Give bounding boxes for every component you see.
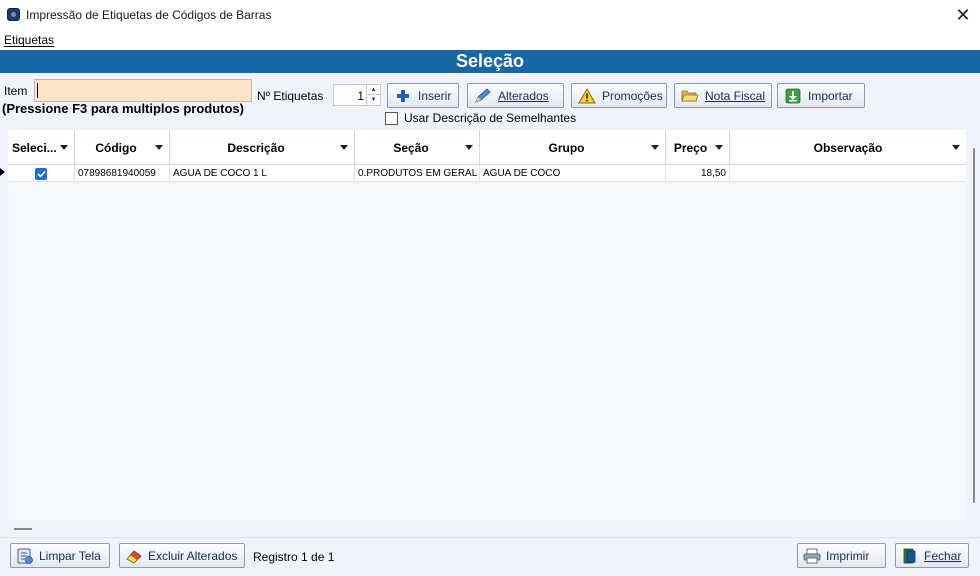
inserir-button[interactable]: Inserir [387,83,459,108]
column-title: Observação [813,140,883,155]
promocoes-button[interactable]: Promoções [571,83,667,108]
scroll-thumb[interactable] [973,148,975,503]
pencil-icon [474,87,492,105]
filter-arrow-icon[interactable] [155,145,163,150]
row-select-cell[interactable] [8,165,75,182]
preco-cell[interactable]: 18,50 [666,165,730,182]
splitter-handle[interactable] [14,528,32,530]
import-icon [784,87,802,105]
column-title: Código [95,140,137,155]
importar-button[interactable]: Importar [777,83,865,108]
close-button[interactable]: ✕ [952,4,974,26]
section-banner: Seleção [0,50,980,73]
spin-buttons: ▲ ▼ [366,85,380,105]
observacao-cell[interactable] [730,165,966,182]
printer-icon [803,547,821,565]
label-count-value[interactable]: 1 [334,89,364,103]
spin-down-button[interactable]: ▼ [367,95,380,105]
record-counter: Registro 1 de 1 [253,550,335,564]
fechar-label: Fechar [924,548,962,563]
filter-arrow-icon[interactable] [952,145,960,150]
alterados-label: Alterados [498,88,549,103]
column-title: Seção [393,140,429,155]
codigo-cell[interactable]: 07898681940059 [75,165,170,182]
column-title: Preço [673,140,708,155]
importar-label: Importar [808,88,853,103]
imprimir-label: Imprimir [826,548,870,563]
filter-arrow-icon[interactable] [651,145,659,150]
warning-icon [578,87,596,105]
column-header-observacao[interactable]: Observação [730,130,966,165]
column-title: Grupo [548,140,585,155]
f3-hint: (Pressione F3 para multiplos produtos) [2,101,244,116]
filter-arrow-icon[interactable] [465,145,473,150]
label-count-label: Nº Etiquetas [257,89,324,103]
text-caret [37,83,38,98]
menu-etiquetas[interactable]: Etiquetas [4,33,54,47]
vertical-scrollbar[interactable] [968,145,978,505]
similar-description-label: Usar Descrição de Semelhantes [404,111,577,125]
column-header-preco[interactable]: Preço [666,130,730,165]
column-header-select[interactable]: Seleci... [8,130,75,165]
grupo-cell[interactable]: AGUA DE COCO [480,165,666,182]
title-bar: Impressão de Etiquetas de Códigos de Bar… [0,0,980,30]
column-header-descricao[interactable]: Descrição [170,130,355,165]
folder-icon [681,87,699,105]
similar-description-checkbox[interactable] [385,111,398,125]
descricao-cell[interactable]: AGUA DE COCO 1 L [170,165,355,182]
excluir-alterados-label: Excluir Alterados [148,548,238,563]
promocoes-label: Promoções [602,88,663,103]
fechar-button[interactable]: Fechar [895,543,969,568]
imprimir-button[interactable]: Imprimir [797,543,886,568]
current-row-indicator [0,168,5,176]
table-row[interactable]: 07898681940059 AGUA DE COCO 1 L 0.PRODUT… [8,165,966,182]
inserir-label: Inserir [418,88,452,103]
items-grid[interactable]: Seleci... Código Descrição Seção Grupo P… [8,130,966,520]
filter-arrow-icon[interactable] [340,145,348,150]
column-title: Seleci... [12,140,57,155]
label-count-stepper[interactable]: 1 ▲ ▼ [333,84,381,106]
window-title: Impressão de Etiquetas de Códigos de Bar… [26,8,272,22]
alterados-button[interactable]: Alterados [467,83,564,108]
excluir-alterados-button[interactable]: Excluir Alterados [119,543,245,568]
menu-bar: Etiquetas [0,30,980,50]
clear-screen-icon [16,547,34,565]
filter-arrow-icon[interactable] [60,145,68,150]
item-input[interactable] [34,79,252,102]
spin-up-button[interactable]: ▲ [367,85,380,95]
filter-arrow-icon[interactable] [715,145,723,150]
nota-fiscal-button[interactable]: Nota Fiscal [674,83,772,108]
limpar-tela-label: Limpar Tela [39,548,101,563]
secao-cell[interactable]: 0.PRODUTOS EM GERAL [355,165,480,182]
item-label: Item [4,84,28,98]
limpar-tela-button[interactable]: Limpar Tela [10,543,110,568]
column-header-secao[interactable]: Seção [355,130,480,165]
app-icon [7,8,20,21]
column-title: Descrição [227,140,285,155]
grid-header: Seleci... Código Descrição Seção Grupo P… [8,130,966,165]
plus-icon [394,87,412,105]
eraser-icon [125,547,143,565]
similar-description-option[interactable]: Usar Descrição de Semelhantes [385,111,576,125]
row-selected-checkbox[interactable] [35,168,47,180]
column-header-codigo[interactable]: Código [75,130,170,165]
exit-icon [901,547,919,565]
nota-fiscal-label: Nota Fiscal [705,88,766,103]
column-header-grupo[interactable]: Grupo [480,130,666,165]
